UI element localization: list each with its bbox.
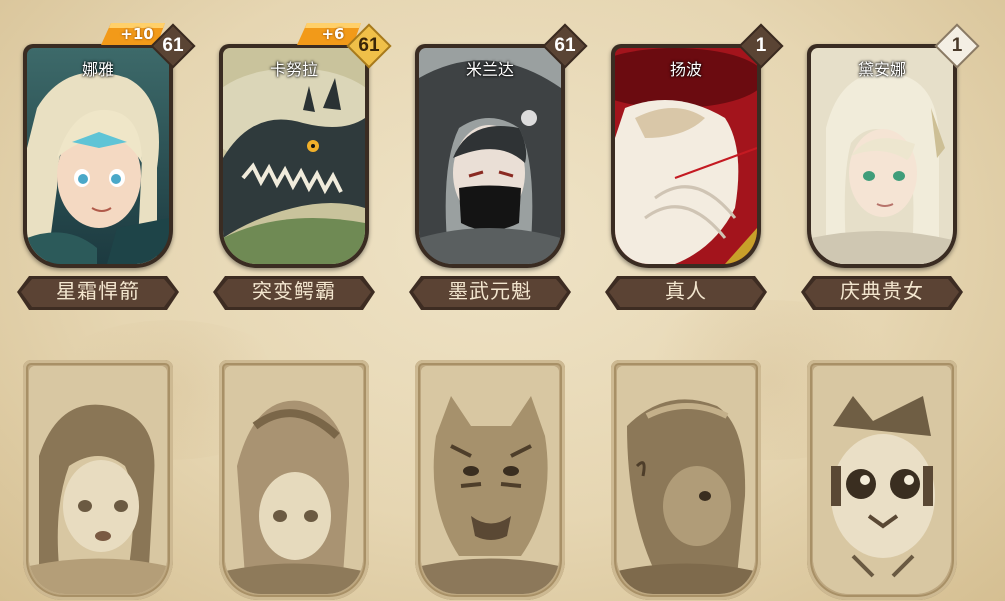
level-value: 1 bbox=[951, 35, 963, 56]
title-plate: 庆典贵女 bbox=[801, 268, 963, 316]
white-beast-portrait bbox=[615, 48, 757, 264]
locked-hero-card[interactable] bbox=[213, 360, 375, 600]
level-value: 61 bbox=[162, 35, 184, 56]
hero-card-naya[interactable]: 娜雅 +10 61 星霜悍箭 bbox=[17, 23, 196, 316]
hero-card-miranda[interactable]: 米兰达 61 墨武元魁 bbox=[409, 23, 588, 316]
locked-hero-card[interactable] bbox=[605, 360, 767, 600]
hero-title: 星霜悍箭 bbox=[56, 279, 140, 303]
locked-tiger-portrait bbox=[421, 366, 559, 594]
level-value: 1 bbox=[755, 35, 767, 56]
title-plate: 墨武元魁 bbox=[409, 268, 571, 316]
level-badge: 1 bbox=[738, 23, 784, 69]
locked-girl-portrait bbox=[29, 366, 167, 594]
hero-title: 庆典贵女 bbox=[840, 279, 924, 303]
level-value: 61 bbox=[554, 35, 576, 56]
level-badge: 1 bbox=[934, 23, 980, 69]
hero-card-diana[interactable]: 黛安娜 1 庆典贵女 bbox=[801, 23, 980, 316]
elf-lady-portrait bbox=[811, 48, 953, 264]
title-plate: 突变鳄霸 bbox=[213, 268, 375, 316]
level-badge: 61 bbox=[150, 23, 196, 69]
hero-title: 真人 bbox=[665, 279, 707, 303]
title-plate: 星霜悍箭 bbox=[17, 268, 179, 316]
hero-title: 墨武元魁 bbox=[448, 279, 532, 303]
title-plate: 真人 bbox=[605, 268, 767, 316]
crocodile-portrait bbox=[223, 48, 365, 264]
hero-card-kanula[interactable]: 卡努拉 +6 61 突变鳄霸 bbox=[213, 23, 392, 316]
locked-frame bbox=[219, 360, 369, 600]
hero-card-yangbo[interactable]: 扬波 1 真人 bbox=[605, 23, 784, 316]
locked-frame bbox=[415, 360, 565, 600]
frost-archer-portrait bbox=[27, 48, 169, 264]
locked-hero-card[interactable] bbox=[17, 360, 179, 600]
locked-frame bbox=[23, 360, 173, 600]
locked-frame bbox=[611, 360, 761, 600]
level-badge: 61 bbox=[346, 23, 392, 69]
locked-laurel-girl-portrait bbox=[225, 366, 363, 594]
hero-title: 突变鳄霸 bbox=[252, 279, 336, 303]
locked-hero-card[interactable] bbox=[801, 360, 963, 600]
locked-frame bbox=[807, 360, 957, 600]
level-badge: 61 bbox=[542, 23, 588, 69]
locked-beast-portrait bbox=[617, 366, 755, 594]
masked-warrior-portrait bbox=[419, 48, 561, 264]
level-value: 61 bbox=[358, 35, 380, 56]
locked-owl-portrait bbox=[813, 366, 951, 594]
locked-hero-card[interactable] bbox=[409, 360, 571, 600]
